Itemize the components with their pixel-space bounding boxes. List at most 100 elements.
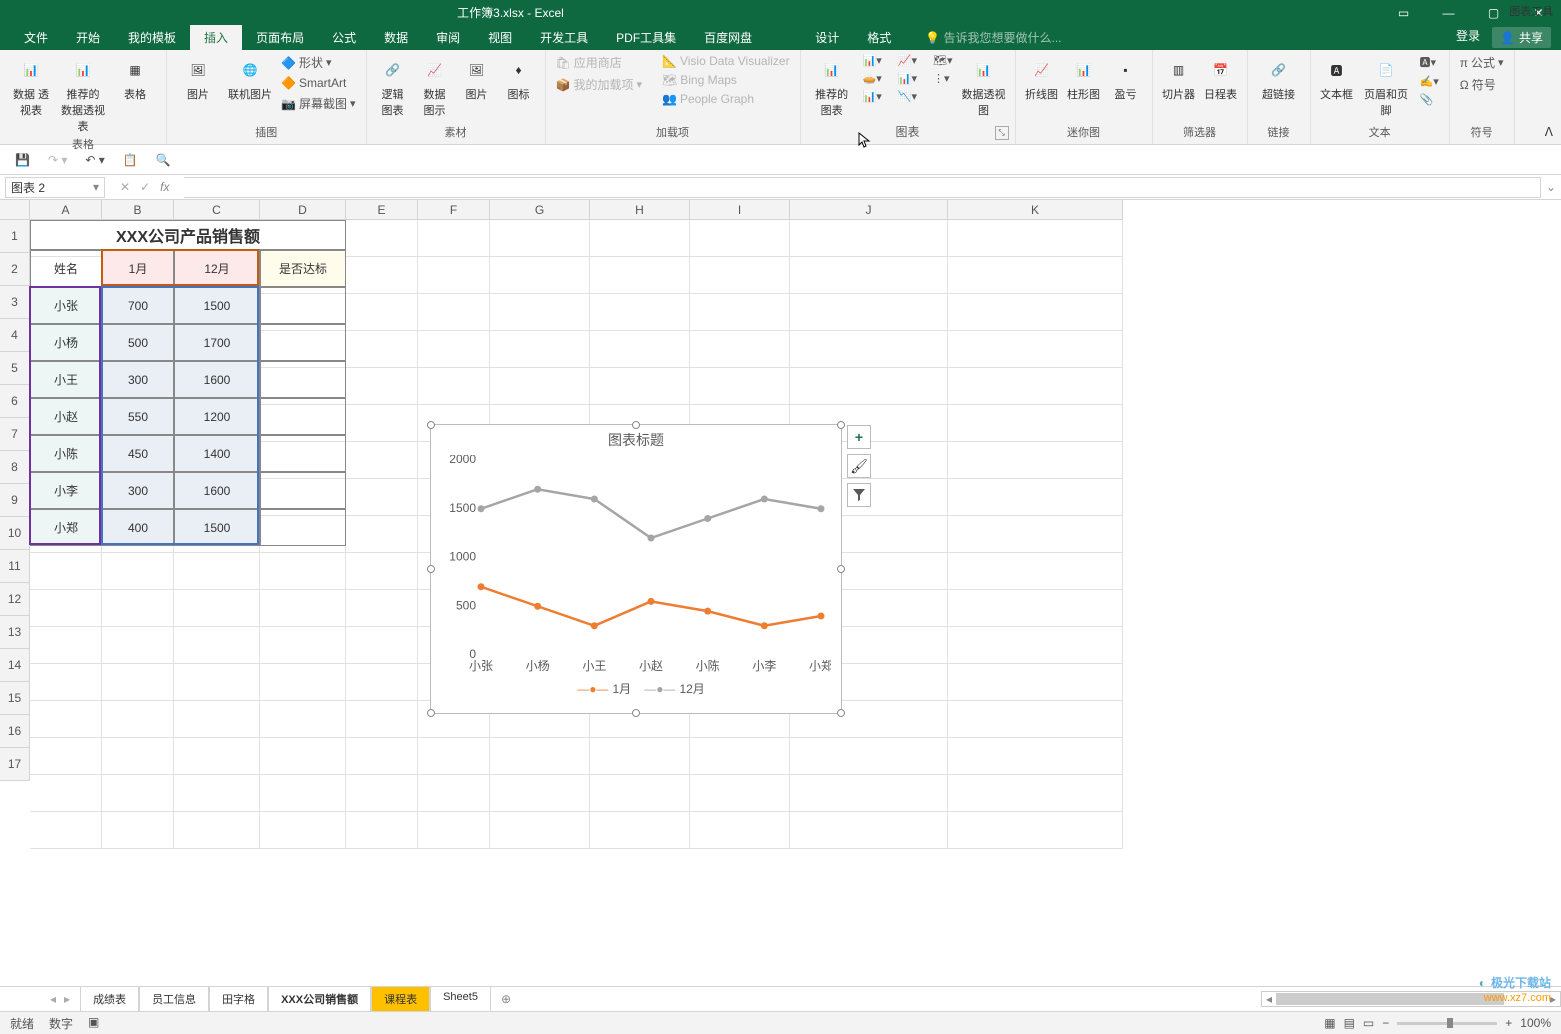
- fx-icon[interactable]: fx: [160, 180, 169, 194]
- column-header[interactable]: B: [102, 200, 174, 220]
- tab-design[interactable]: 设计: [801, 25, 853, 50]
- cell[interactable]: [260, 553, 346, 590]
- cell[interactable]: [790, 368, 948, 405]
- cell[interactable]: [690, 738, 790, 775]
- table-data-cell[interactable]: 小赵: [30, 398, 102, 435]
- cell[interactable]: [490, 368, 590, 405]
- cell[interactable]: [948, 738, 1123, 775]
- login-link[interactable]: 登录: [1456, 27, 1480, 48]
- table-data-cell[interactable]: 500: [102, 324, 174, 361]
- table-data-cell[interactable]: [260, 472, 346, 509]
- column-header[interactable]: H: [590, 200, 690, 220]
- cell[interactable]: [346, 664, 418, 701]
- cell[interactable]: [790, 775, 948, 812]
- cell[interactable]: [590, 368, 690, 405]
- table-data-cell[interactable]: 1600: [174, 472, 260, 509]
- sheet-tab[interactable]: 田字格: [209, 986, 268, 1013]
- header-footer-button[interactable]: 📄页眉和页脚: [1359, 52, 1414, 120]
- column-header[interactable]: J: [790, 200, 948, 220]
- row-header[interactable]: 8: [0, 451, 30, 484]
- cell[interactable]: [346, 627, 418, 664]
- cell[interactable]: [174, 590, 260, 627]
- table-data-cell[interactable]: 550: [102, 398, 174, 435]
- cell[interactable]: [30, 627, 102, 664]
- cell[interactable]: [30, 738, 102, 775]
- row-header[interactable]: 15: [0, 682, 30, 715]
- textbox-button[interactable]: 🅰文本框: [1317, 52, 1357, 104]
- cell[interactable]: [418, 294, 490, 331]
- cell[interactable]: [174, 664, 260, 701]
- sparkline-line-button[interactable]: 📈折线图: [1022, 52, 1062, 104]
- tab-formulas[interactable]: 公式: [318, 25, 370, 50]
- cell[interactable]: [490, 738, 590, 775]
- timeline-button[interactable]: 📅日程表: [1201, 52, 1241, 104]
- cell[interactable]: [174, 701, 260, 738]
- symbol-button[interactable]: Ω符号: [1456, 74, 1508, 95]
- table-data-cell[interactable]: 小陈: [30, 435, 102, 472]
- cell[interactable]: [346, 294, 418, 331]
- table-data-cell[interactable]: 小张: [30, 287, 102, 324]
- table-data-cell[interactable]: 1500: [174, 509, 260, 546]
- pivot-chart-button[interactable]: 📊数据透视图: [959, 52, 1009, 120]
- icon-button[interactable]: ♦图标: [499, 52, 539, 104]
- cell[interactable]: [30, 701, 102, 738]
- sheet-tab[interactable]: XXX公司销售额: [268, 986, 371, 1013]
- cell[interactable]: [590, 738, 690, 775]
- cell[interactable]: [948, 479, 1123, 516]
- store-button[interactable]: 🛍应用商店: [552, 52, 647, 73]
- table-header-cell[interactable]: 是否达标: [260, 250, 346, 287]
- charts-launcher-icon[interactable]: ⤡: [995, 126, 1009, 140]
- smartart-button[interactable]: 🔶SmartArt: [277, 74, 360, 92]
- table-data-cell[interactable]: [260, 324, 346, 361]
- enter-formula-icon[interactable]: ✓: [140, 180, 150, 194]
- zoom-slider[interactable]: [1397, 1022, 1497, 1025]
- line-chart-icon[interactable]: 📈▾: [894, 52, 921, 69]
- cell[interactable]: [590, 331, 690, 368]
- cell[interactable]: [790, 738, 948, 775]
- tab-insert[interactable]: 插入: [190, 25, 242, 50]
- cell[interactable]: [346, 738, 418, 775]
- cell[interactable]: [948, 294, 1123, 331]
- column-header[interactable]: E: [346, 200, 418, 220]
- cell[interactable]: [346, 516, 418, 553]
- table-header-cell[interactable]: 1月: [102, 250, 174, 287]
- tab-view[interactable]: 视图: [474, 25, 526, 50]
- cell[interactable]: [30, 590, 102, 627]
- table-data-cell[interactable]: 小王: [30, 361, 102, 398]
- sparkline-column-button[interactable]: 📊柱形图: [1064, 52, 1104, 104]
- row-header[interactable]: 12: [0, 583, 30, 616]
- cell[interactable]: [690, 294, 790, 331]
- table-data-cell[interactable]: 1200: [174, 398, 260, 435]
- bing-maps-button[interactable]: 🗺Bing Maps: [658, 71, 794, 89]
- cell[interactable]: [346, 257, 418, 294]
- pie-chart-icon[interactable]: 🥧▾: [859, 70, 886, 87]
- cell[interactable]: [102, 553, 174, 590]
- cell[interactable]: [102, 701, 174, 738]
- wordart-icon[interactable]: 🅰▾: [1416, 52, 1443, 72]
- row-header[interactable]: 14: [0, 649, 30, 682]
- tab-file[interactable]: 文件: [10, 25, 62, 50]
- zoom-in-icon[interactable]: +: [1505, 1016, 1512, 1030]
- tab-templates[interactable]: 我的模板: [114, 25, 190, 50]
- cell[interactable]: [690, 220, 790, 257]
- row-header[interactable]: 11: [0, 550, 30, 583]
- row-header[interactable]: 10: [0, 517, 30, 550]
- combo-chart-icon[interactable]: 📉▾: [894, 88, 921, 105]
- legend-series-1[interactable]: 1月: [567, 682, 631, 696]
- cell[interactable]: [418, 738, 490, 775]
- copy-icon[interactable]: 📋: [123, 153, 138, 167]
- cell[interactable]: [690, 257, 790, 294]
- cell[interactable]: [690, 368, 790, 405]
- cell[interactable]: [490, 257, 590, 294]
- row-header[interactable]: 4: [0, 319, 30, 352]
- table-data-cell[interactable]: [260, 435, 346, 472]
- column-header[interactable]: I: [690, 200, 790, 220]
- map-chart-icon[interactable]: 🗺▾: [929, 52, 957, 69]
- cell[interactable]: [790, 812, 948, 849]
- cell[interactable]: [418, 775, 490, 812]
- sheet-tab[interactable]: 成绩表: [80, 986, 139, 1013]
- sheet-nav-first-icon[interactable]: ◂: [50, 992, 56, 1006]
- table-data-cell[interactable]: 1700: [174, 324, 260, 361]
- view-normal-icon[interactable]: ▦: [1324, 1016, 1335, 1030]
- recommended-chart-button[interactable]: 📊推荐的 图表: [807, 52, 857, 120]
